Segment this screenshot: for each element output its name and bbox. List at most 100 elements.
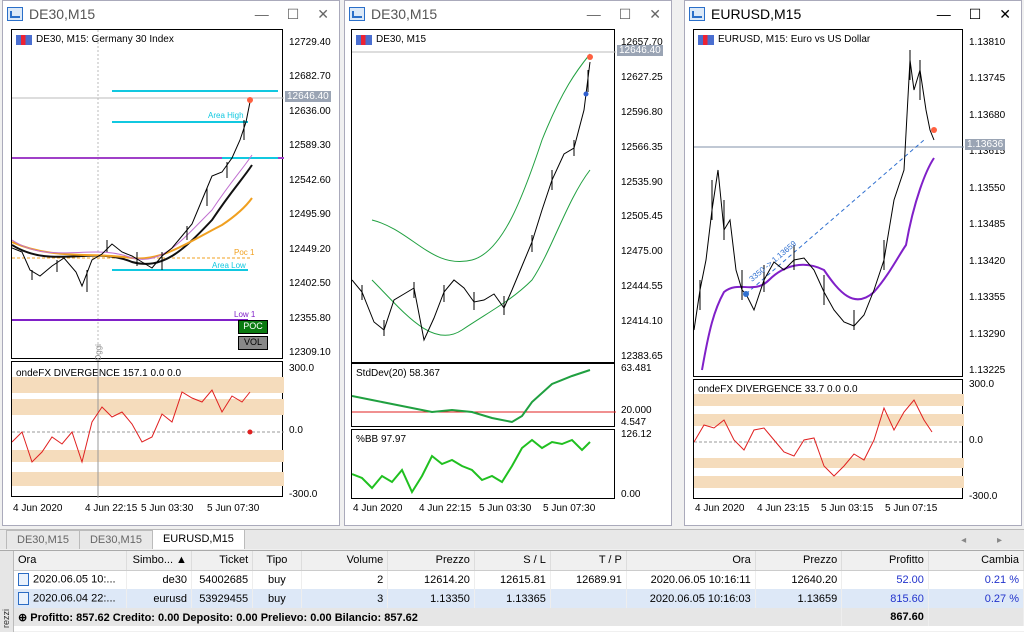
time-label: 4 Jun 2020 [695,503,745,514]
price-badge: 1.13636 [965,139,1006,150]
vol-button[interactable]: VOL [238,336,268,350]
chart-window-eurusd[interactable]: EURUSD,M15 — ☐ ✕ EURUSD, M15: Euro vs US… [684,0,1022,526]
table-cell: 53929455 [191,589,254,608]
window-title: DE30,M15 [29,6,96,22]
table-cell: 2 [301,570,389,589]
price-badge: 12646.40 [285,91,331,102]
balance-summary-row: ⊕ Profitto: 857.62 Credito: 0.00 Deposit… [14,608,1024,626]
window-titlebar[interactable]: EURUSD,M15 — ☐ ✕ [685,1,1021,27]
time-label: 5 Jun 07:30 [543,503,596,514]
indicator-tick: 4.547 [621,417,647,428]
price-tick: 1.13355 [969,292,1006,304]
column-header[interactable]: Profitto [841,551,929,571]
tab-chart[interactable]: DE30,M15 [6,530,80,549]
price-tick: 12535.90 [621,176,663,188]
table-cell: 52.00 [841,570,929,589]
maximize-icon[interactable]: ☐ [287,6,300,23]
price-tick: 12475.00 [621,246,663,258]
chart-window-de30-1[interactable]: DE30,M15 — ☐ ✕ DE30, M15: Germany 30 Ind… [2,0,340,526]
tab-scroll-arrows[interactable]: ◂ ▸ [953,535,1024,549]
table-cell: 1.13659 [755,589,843,608]
column-header[interactable]: Ora [14,551,127,571]
close-icon[interactable]: ✕ [649,6,661,23]
window-titlebar[interactable]: DE30,M15 — ☐ ✕ [345,1,671,27]
bb-plot [352,438,591,495]
price-plot [352,51,616,342]
time-label: 4 Jun 22:15 [419,503,472,514]
chart-window-icon [689,7,705,21]
position-row[interactable]: 2020.06.04 22:... eurusd 53929455 buy 3 1.133… [14,589,1024,608]
close-icon[interactable]: ✕ [999,6,1011,23]
table-cell: 2020.06.05 10:16:03 [626,589,756,608]
price-plot: 3350 -> 1.13659 [694,50,964,371]
indicator-tick: 300.0 [969,379,995,390]
price-tick: 12444.55 [621,281,663,293]
column-header[interactable]: Ora [626,551,756,571]
bb-panel[interactable]: %BB 97.97 [351,429,615,499]
table-cell: 12689.91 [550,570,627,589]
price-tick: 1.13745 [969,73,1006,85]
window-title: DE30,M15 [371,6,438,22]
time-label: 5 Jun 07:30 [207,503,260,514]
minimize-icon[interactable]: — [587,6,601,23]
price-chart[interactable]: DE30, M15 [351,29,616,363]
price-chart[interactable]: DE30, M15: Germany 30 Index Area High Ar… [11,29,284,361]
stddev-panel[interactable]: StdDev(20) 58.367 [351,363,616,427]
indicator-tick: 0.0 [289,425,303,436]
column-header[interactable]: T / P [550,551,627,571]
column-header[interactable]: Ticket [191,551,254,571]
poc-button[interactable]: POC [238,320,268,334]
time-label: 5 Jun 03:30 [141,503,194,514]
close-icon[interactable]: ✕ [317,6,329,23]
table-cell: 815.60 [841,589,929,608]
price-tick: 12589.30 [289,140,331,152]
price-tick: 12627.25 [621,71,663,83]
column-header[interactable]: Prezzo [755,551,843,571]
column-header[interactable]: Prezzo [387,551,475,571]
table-cell: 3 [301,589,389,608]
table-cell: 0.21 % [928,570,1024,589]
price-tick: 12309.10 [289,347,331,358]
price-tick: 12402.50 [289,278,331,290]
column-header[interactable]: Simbo... ▲ [126,551,192,571]
table-cell: 12615.81 [474,570,551,589]
indicator-tick: 20.000 [621,405,652,416]
price-tick: 12636.00 [289,105,331,117]
indicator-tick: 300.0 [289,363,315,374]
chart-window-icon [7,7,23,21]
maximize-icon[interactable]: ☐ [619,6,632,23]
price-tick: 1.13550 [969,182,1006,194]
table-cell: 12614.20 [387,570,475,589]
indicator-panel[interactable]: ondeFX DIVERGENCE 33.7 0.0 0.0 [693,379,964,499]
column-header[interactable]: Tipo [252,551,302,571]
svg-text:Area Low: Area Low [212,261,246,270]
column-header[interactable]: Cambia [928,551,1024,571]
position-row[interactable]: 2020.06.05 10:... de30 54002685 buy 2 12614.2… [14,570,1024,589]
table-cell: 12640.20 [755,570,843,589]
stddev-plot [352,369,616,424]
indicator-tick: 126.12 [621,429,652,440]
price-tick: 1.13485 [969,219,1006,231]
price-chart[interactable]: EURUSD, M15: Euro vs US Dollar 3350 -> 1… [693,29,964,377]
tab-chart[interactable]: DE30,M15 [78,530,153,549]
table-cell: 1.13365 [474,589,551,608]
indicator-panel[interactable]: ondeFX DIVERGENCE 157.1 0.0 0.0 [11,361,284,498]
price-tick: 12449.20 [289,243,331,255]
chart-window-de30-2[interactable]: DE30,M15 — ☐ ✕ DE30, M15 12657.70 12627.2… [344,0,672,526]
window-titlebar[interactable]: DE30,M15 — ☐ ✕ [3,1,339,27]
terminal-sidebar[interactable]: rezzi [0,551,14,632]
tab-chart[interactable]: EURUSD,M15 [151,529,245,549]
oggi-label: Oggi [93,344,103,361]
indicator-tick: -300.0 [289,489,318,500]
column-header[interactable]: S / L [474,551,551,571]
time-label: 5 Jun 03:15 [821,503,874,514]
minimize-icon[interactable]: — [255,6,269,23]
table-cell: 0.27 % [928,589,1024,608]
balance-summary: ⊕ Profitto: 857.62 Credito: 0.00 Deposit… [14,608,843,626]
indicator-tick: -300.0 [969,491,998,502]
table-cell: 2020.06.04 22:... [14,589,127,608]
minimize-icon[interactable]: — [937,6,951,23]
price-tick: 1.13420 [969,255,1006,267]
maximize-icon[interactable]: ☐ [969,6,982,23]
column-header[interactable]: Volume [301,551,389,571]
